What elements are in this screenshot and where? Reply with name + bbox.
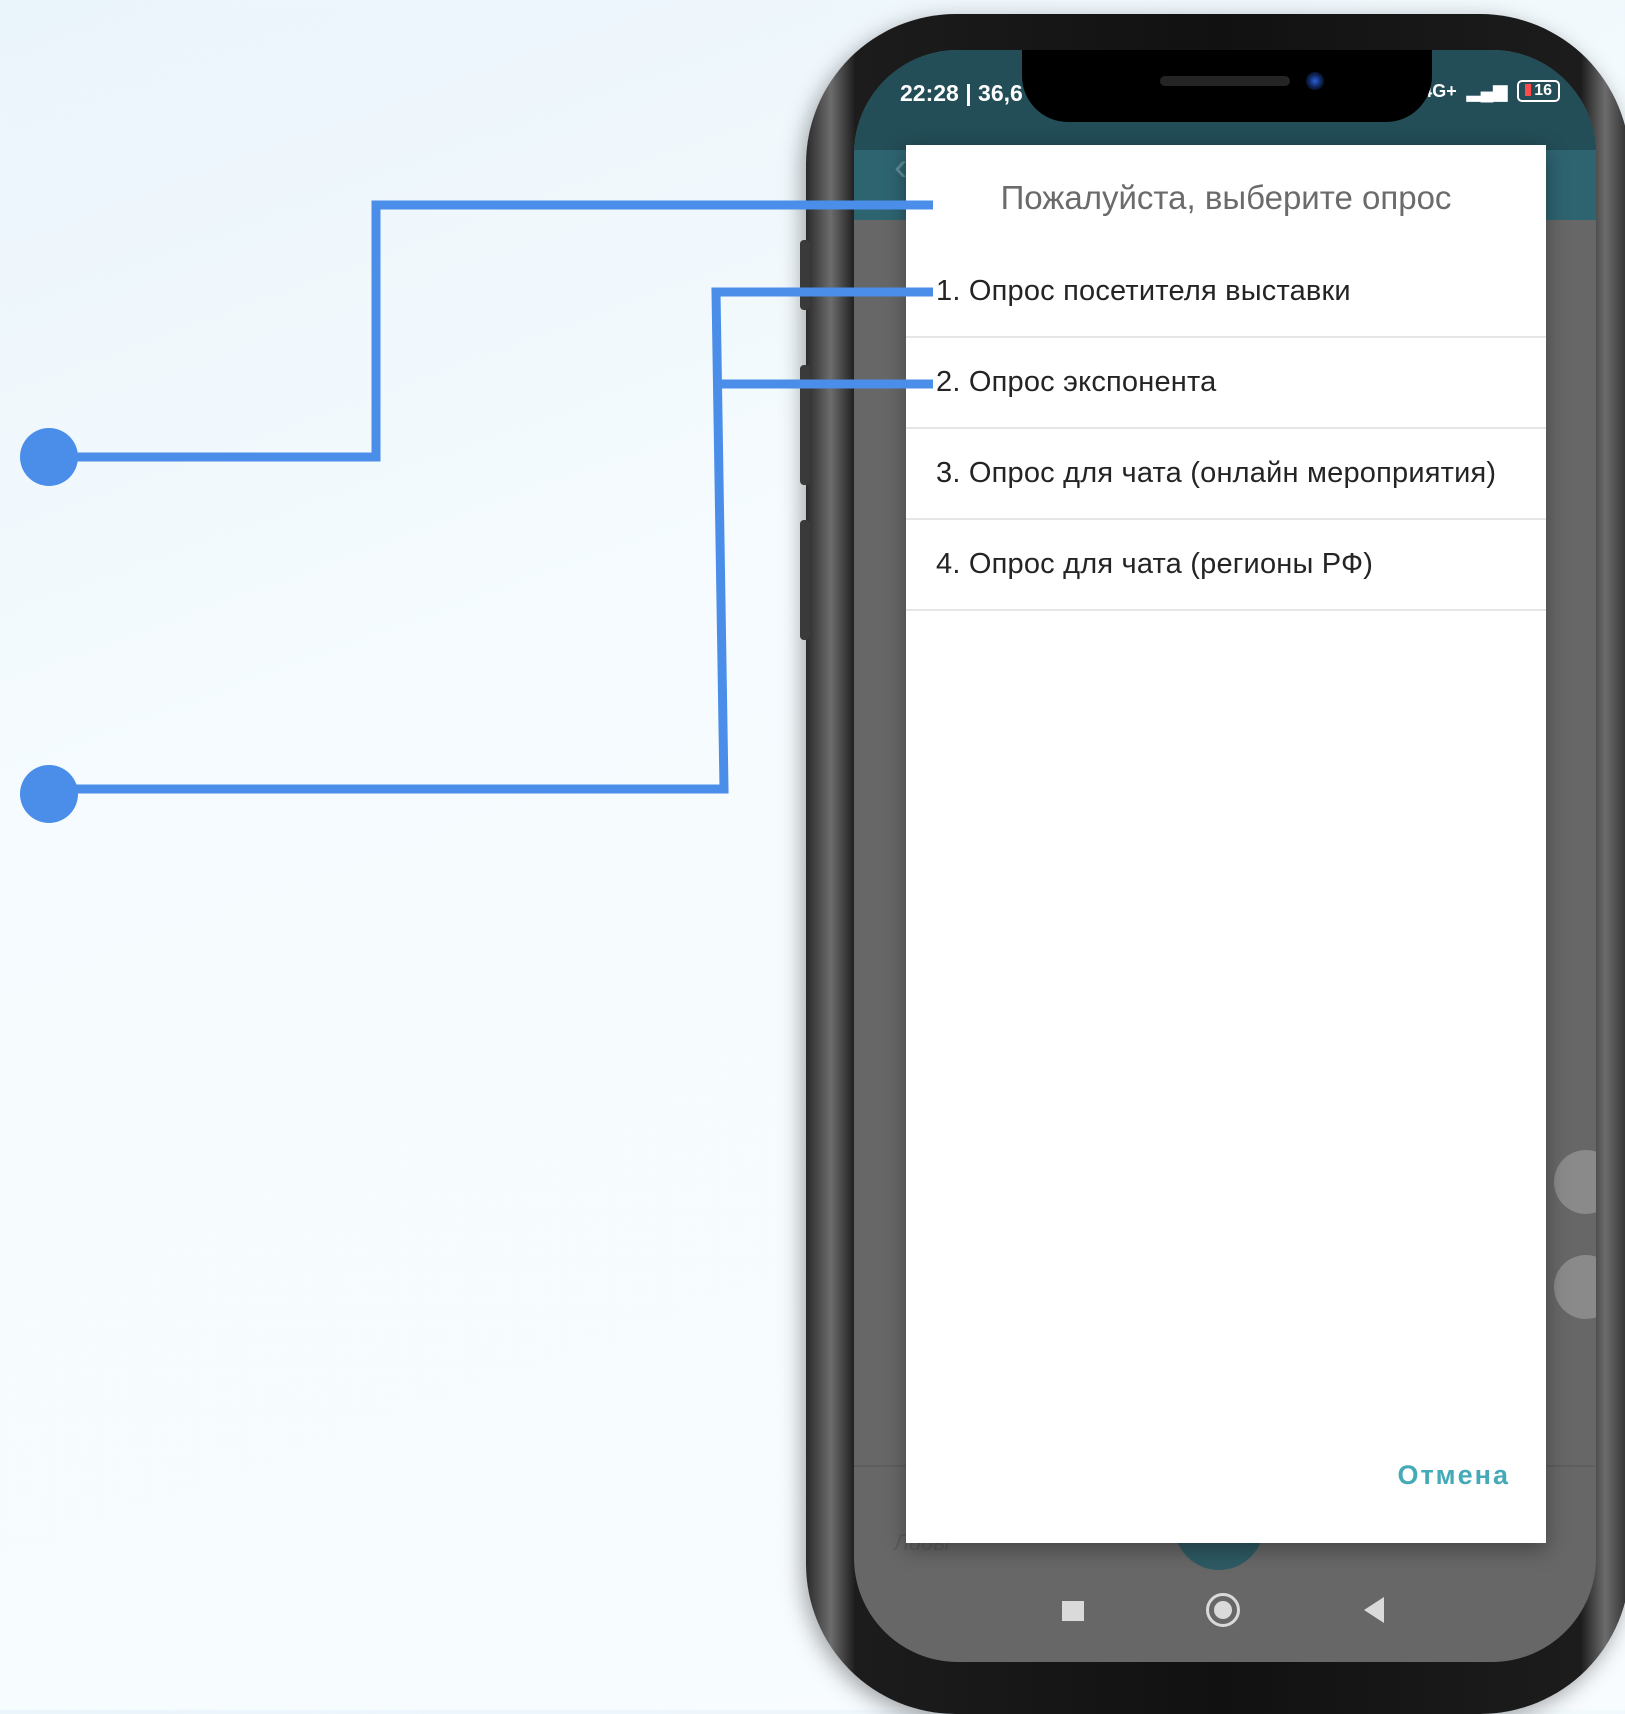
callout-dot-options — [20, 765, 78, 823]
phone-side-button — [800, 520, 810, 640]
phone-screen: ‹ 22:28 | 36,6 ▤ 4G+ ▂▄▆ 16 Лиды Пожалуй… — [854, 50, 1596, 1662]
survey-select-dialog: Пожалуйста, выберите опрос 1. Опрос посе… — [906, 145, 1546, 1543]
system-nav-bar — [854, 1555, 1596, 1655]
callout-dot-title — [20, 428, 78, 486]
phone-side-button — [800, 365, 810, 485]
phone-side-button — [800, 240, 810, 310]
survey-options-list: 1. Опрос посетителя выставки 2. Опрос эк… — [906, 247, 1546, 611]
nav-back-icon[interactable] — [1364, 1597, 1384, 1623]
nav-square-icon[interactable] — [1062, 1601, 1084, 1621]
survey-option-1[interactable]: 1. Опрос посетителя выставки — [906, 247, 1546, 338]
list-fab-icon[interactable] — [1554, 1255, 1596, 1319]
camera-fab-icon[interactable] — [1554, 1150, 1596, 1214]
survey-option-2[interactable]: 2. Опрос экспонента — [906, 338, 1546, 429]
front-camera-icon — [1306, 72, 1324, 90]
speaker-grille — [1160, 76, 1290, 86]
battery-icon: 16 — [1517, 80, 1560, 102]
survey-option-3[interactable]: 3. Опрос для чата (онлайн мероприятия) — [906, 429, 1546, 520]
cancel-button[interactable]: Отмена — [1397, 1460, 1510, 1491]
nav-home-icon[interactable] — [1206, 1593, 1240, 1627]
status-time: 22:28 | 36,6 — [900, 80, 1023, 106]
battery-level: 16 — [1534, 82, 1552, 99]
phone-notch — [1022, 50, 1432, 122]
survey-option-4[interactable]: 4. Опрос для чата (регионы РФ) — [906, 520, 1546, 611]
dialog-title: Пожалуйста, выберите опрос — [1000, 179, 1452, 216]
signal-icon: ▂▄▆ — [1466, 80, 1508, 101]
